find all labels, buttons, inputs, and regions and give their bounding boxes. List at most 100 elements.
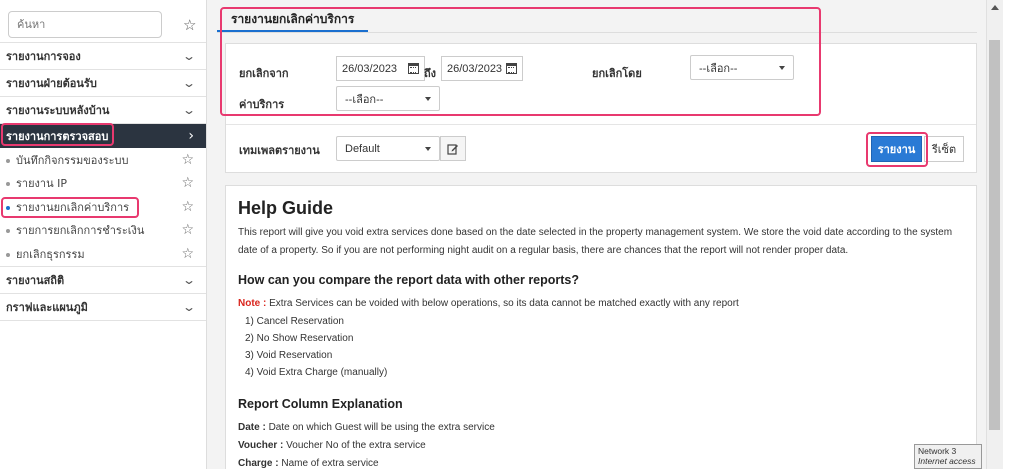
date-to-input[interactable]: 26/03/2023 bbox=[441, 56, 523, 81]
list-item: 1) Cancel Reservation bbox=[245, 316, 344, 327]
column-explanation: Charge : Name of extra service bbox=[238, 455, 964, 469]
sidebar: ☆ รายงานการจอง ⌄ รายงานฝ่ายต้อนรับ ⌄ ราย… bbox=[0, 0, 207, 469]
sub-item-label: รายงานยกเลิกค่าบริการ bbox=[16, 200, 130, 214]
to-label: ถึง bbox=[424, 67, 437, 80]
column-desc: Date on which Guest will be using the ex… bbox=[265, 422, 495, 433]
void-by-value: --เลือก-- bbox=[699, 62, 738, 75]
star-icon[interactable]: ☆ bbox=[181, 152, 194, 168]
column-explanation: Voucher : Voucher No of the extra servic… bbox=[238, 437, 964, 455]
scroll-up-icon[interactable] bbox=[991, 5, 999, 10]
date-to-value: 26/03/2023 bbox=[447, 62, 503, 75]
menu-graphs-charts[interactable]: กราฟและแผนภูมิ ⌄ bbox=[0, 292, 206, 320]
column-name: Date : bbox=[238, 422, 266, 433]
sub-item-void-charges[interactable]: รายงานยกเลิกค่าบริการ ☆ bbox=[0, 195, 206, 219]
sidebar-divider bbox=[0, 319, 206, 321]
main-content: รายงานยกเลิกค่าบริการ ยกเลิกจาก 26/03/20… bbox=[207, 0, 986, 469]
date-from-input[interactable]: 26/03/2023 bbox=[336, 56, 425, 81]
service-select[interactable]: --เลือก-- bbox=[336, 86, 440, 111]
tab-divider bbox=[217, 32, 977, 33]
menu-statistics-reports[interactable]: รายงานสถิติ ⌄ bbox=[0, 265, 206, 293]
sub-item-label: รายงาน IP bbox=[16, 177, 67, 191]
menu-label: รายงานสถิติ bbox=[6, 273, 65, 287]
star-icon[interactable]: ☆ bbox=[181, 222, 194, 238]
template-value: Default bbox=[345, 142, 380, 155]
help-guide-panel: Help Guide This report will give you voi… bbox=[225, 185, 977, 469]
help-intro: This report will give you void extra ser… bbox=[238, 227, 953, 256]
search-input[interactable] bbox=[8, 11, 162, 38]
chevron-right-icon: › bbox=[188, 128, 194, 144]
service-value: --เลือก-- bbox=[345, 93, 384, 106]
template-label: เทมเพลตรายงาน bbox=[239, 144, 320, 157]
chevron-down-icon: ⌄ bbox=[181, 76, 197, 90]
star-icon[interactable]: ☆ bbox=[181, 175, 194, 191]
list-item: 3) Void Reservation bbox=[245, 350, 333, 361]
chevron-down-icon: ⌄ bbox=[181, 49, 197, 63]
bullet-icon bbox=[6, 182, 10, 187]
bullet-icon bbox=[6, 252, 10, 257]
sub-item-void-transactions[interactable]: ยกเลิกธุรกรรม ☆ bbox=[0, 242, 206, 266]
column-explanation: Date : Date on which Guest will be using… bbox=[238, 419, 964, 437]
menu-label: รายงานการตรวจสอบ bbox=[6, 130, 109, 143]
network-line2: Internet access bbox=[918, 456, 976, 466]
window-edge bbox=[1003, 0, 1024, 469]
scroll-thumb[interactable] bbox=[989, 40, 1000, 430]
calendar-icon[interactable] bbox=[408, 63, 419, 74]
void-operations-list: 1) Cancel Reservation 2) No Show Reserva… bbox=[245, 313, 964, 381]
sub-item-system-activity[interactable]: บันทึกกิจกรรมของระบบ ☆ bbox=[0, 148, 206, 172]
menu-label: รายงานการจอง bbox=[6, 50, 81, 63]
chevron-down-icon: ⌄ bbox=[181, 299, 197, 314]
sub-item-label: ยกเลิกธุรกรรม bbox=[16, 247, 85, 261]
network-line1: Network 3 bbox=[918, 446, 957, 456]
sub-item-ip-report[interactable]: รายงาน IP ☆ bbox=[0, 172, 206, 196]
star-icon[interactable]: ☆ bbox=[181, 246, 194, 262]
network-tooltip: Network 3 Internet access bbox=[914, 444, 982, 469]
menu-back-office-reports[interactable]: รายงานระบบหลังบ้าน ⌄ bbox=[0, 96, 206, 123]
template-select[interactable]: Default bbox=[336, 136, 440, 161]
sub-item-label: บันทึกกิจกรรมของระบบ bbox=[16, 153, 129, 167]
menu-audit-reports[interactable]: รายงานการตรวจสอบ › bbox=[0, 123, 206, 148]
note-label: Note : bbox=[238, 298, 267, 309]
calendar-icon[interactable] bbox=[506, 63, 517, 74]
chevron-down-icon: ⌄ bbox=[181, 272, 197, 287]
sub-item-label: รายการยกเลิกการชำระเงิน bbox=[16, 224, 145, 238]
menu-front-office-reports[interactable]: รายงานฝ่ายต้อนรับ ⌄ bbox=[0, 69, 206, 96]
service-label: ค่าบริการ bbox=[239, 98, 285, 111]
star-icon[interactable]: ☆ bbox=[181, 199, 194, 215]
filter-divider bbox=[226, 124, 976, 125]
menu-label: รายงานฝ่ายต้อนรับ bbox=[6, 77, 97, 90]
help-title: Help Guide bbox=[238, 198, 334, 218]
caret-down-icon bbox=[425, 96, 431, 101]
menu-label: รายงานระบบหลังบ้าน bbox=[6, 104, 110, 117]
tab-void-charges[interactable]: รายงานยกเลิกค่าบริการ bbox=[217, 6, 369, 32]
void-by-select[interactable]: --เลือก-- bbox=[690, 55, 794, 80]
menu-label: กราฟและแผนภูมิ bbox=[6, 300, 88, 314]
column-name: Voucher : bbox=[238, 440, 284, 451]
edit-icon bbox=[447, 143, 458, 155]
caret-down-icon bbox=[779, 65, 785, 70]
void-by-label: ยกเลิกโดย bbox=[592, 67, 642, 80]
column-name: Charge : bbox=[238, 458, 279, 469]
note-paragraph: Note : Extra Services can be voided with… bbox=[238, 295, 964, 313]
bullet-icon bbox=[6, 229, 10, 234]
compare-heading: How can you compare the report data with… bbox=[238, 273, 580, 287]
list-item: 2) No Show Reservation bbox=[245, 333, 354, 344]
edit-template-button[interactable] bbox=[440, 136, 466, 161]
list-item: 4) Void Extra Charge (manually) bbox=[245, 367, 388, 378]
sub-item-void-payments[interactable]: รายการยกเลิกการชำระเงิน ☆ bbox=[0, 219, 206, 243]
columns-heading: Report Column Explanation bbox=[238, 397, 403, 411]
report-button[interactable]: รายงาน bbox=[871, 136, 922, 162]
caret-down-icon bbox=[425, 146, 431, 151]
menu-reservation-reports[interactable]: รายงานการจอง ⌄ bbox=[0, 42, 206, 69]
void-from-label: ยกเลิกจาก bbox=[239, 67, 289, 80]
chevron-down-icon: ⌄ bbox=[181, 103, 197, 117]
scrollbar[interactable] bbox=[986, 0, 1003, 469]
bullet-icon bbox=[6, 205, 10, 210]
star-icon[interactable]: ☆ bbox=[183, 16, 196, 34]
filter-panel: ยกเลิกจาก 26/03/2023 ถึง 26/03/2023 ยกเล… bbox=[225, 43, 977, 173]
note-text: Extra Services can be voided with below … bbox=[266, 298, 739, 309]
bullet-icon bbox=[6, 158, 10, 163]
column-desc: Name of extra service bbox=[278, 458, 379, 469]
sidebar-search: ☆ bbox=[0, 0, 206, 42]
reset-button[interactable]: รีเซ็ต bbox=[924, 136, 964, 162]
date-from-value: 26/03/2023 bbox=[342, 62, 398, 75]
